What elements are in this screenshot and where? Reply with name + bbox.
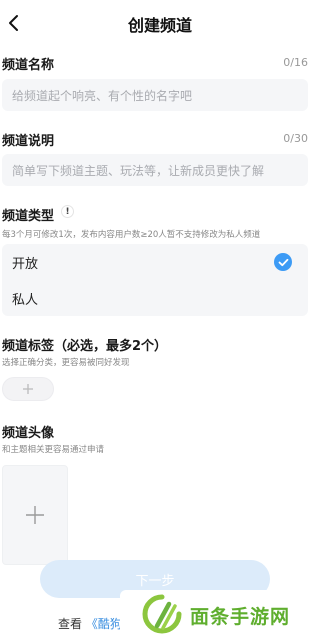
agreement-text: 查看 《酷狗	[58, 615, 122, 632]
channel-type-label: 频道类型	[2, 209, 55, 224]
channel-type-hint: 每3个月可修改1次，发布内容用户数≥20人暂不支持修改为私人频道	[2, 230, 261, 240]
plus-icon	[26, 506, 44, 524]
channel-desc-input[interactable]: 简单写下频道主题、玩法等，让新成员更快了解	[2, 154, 308, 186]
header-bar: 创建频道	[0, 0, 320, 46]
agreement-link[interactable]: 《酷狗	[86, 617, 122, 631]
type-option-private-label: 私人	[12, 292, 39, 308]
plus-icon	[23, 384, 33, 394]
type-option-open-label: 开放	[12, 256, 39, 272]
watermark-text: 面条手游网	[190, 606, 291, 628]
channel-desc-counter: 0/30	[283, 132, 308, 145]
channel-name-label: 频道名称	[2, 58, 55, 73]
channel-tags-hint: 选择正确分类，更容易被同好发现	[2, 358, 130, 368]
agreement-prefix: 查看	[58, 617, 83, 631]
checkmark-icon	[274, 253, 292, 271]
info-icon[interactable]: !	[61, 205, 74, 218]
avatar-upload-button[interactable]	[2, 465, 68, 565]
watermark: 面条手游网	[120, 590, 320, 640]
channel-type-selector: 开放 私人	[2, 244, 308, 316]
page-title: 创建频道	[127, 16, 192, 35]
add-tag-button[interactable]	[2, 377, 54, 401]
type-option-private[interactable]: 私人	[2, 280, 308, 316]
channel-name-counter: 0/16	[283, 56, 308, 69]
watermark-logo-icon	[142, 594, 182, 634]
type-option-open[interactable]: 开放	[2, 244, 308, 280]
channel-avatar-hint: 和主题相关更容易通过申请	[2, 445, 105, 455]
channel-tags-label: 频道标签（必选，最多2个）	[2, 339, 168, 354]
channel-name-input[interactable]: 给频道起个响亮、有个性的名字吧	[2, 79, 308, 111]
channel-desc-label: 频道说明	[2, 134, 55, 149]
channel-avatar-label: 频道头像	[2, 426, 55, 441]
